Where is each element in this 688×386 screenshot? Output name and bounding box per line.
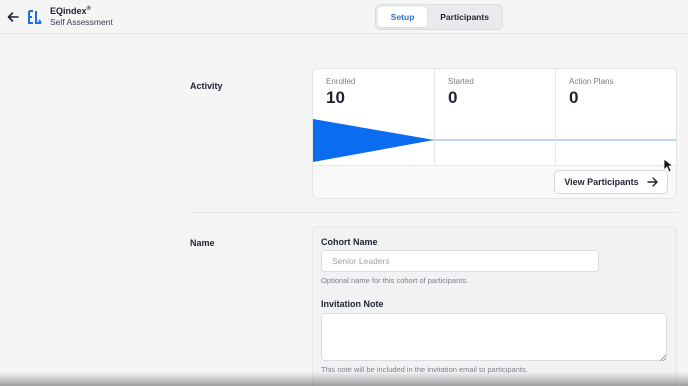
stat-label: Started [448, 77, 474, 86]
mouse-cursor-icon [663, 158, 674, 173]
section-divider [190, 212, 678, 213]
cohort-name-label: Cohort Name [321, 237, 378, 247]
view-participants-button[interactable]: View Participants [554, 170, 668, 194]
invitation-note-label: Invitation Note [321, 299, 384, 309]
view-tabs: Setup Participants [375, 4, 503, 30]
app-subtitle: Self Assessment [50, 17, 113, 27]
cohort-name-hint: Optional name for this cohort of partici… [321, 276, 469, 285]
name-card: Cohort Name Optional name for this cohor… [312, 226, 677, 386]
activity-section-label: Activity [190, 81, 223, 91]
stat-value: 0 [448, 88, 458, 107]
top-bar: EQindex® Self Assessment Setup Participa… [0, 0, 688, 34]
tab-setup[interactable]: Setup [378, 7, 428, 27]
bottom-shadow [0, 372, 688, 386]
stat-enrolled: Enrolled 10 [313, 69, 434, 165]
stat-value: 0 [569, 88, 579, 107]
stat-action-plans: Action Plans 0 [555, 69, 676, 165]
stat-started: Started 0 [434, 69, 555, 165]
view-participants-label: View Participants [564, 177, 639, 187]
resize-handle-icon[interactable] [660, 355, 666, 361]
name-section-label: Name [190, 238, 215, 248]
arrow-left-icon[interactable] [6, 10, 20, 24]
arrow-right-icon [646, 177, 658, 187]
registered-mark: ® [86, 6, 91, 12]
app-title: EQindex® [50, 6, 91, 16]
activity-card-footer: View Participants [313, 165, 676, 198]
cohort-name-input[interactable] [321, 250, 599, 272]
eq-logo-icon [28, 10, 42, 24]
tab-participants[interactable]: Participants [429, 7, 500, 27]
stat-label: Action Plans [569, 77, 614, 86]
activity-card: Enrolled 10 Started 0 Action Plans 0 Vie… [312, 68, 677, 199]
invitation-note-textarea[interactable] [321, 313, 667, 361]
stat-label: Enrolled [326, 77, 356, 86]
stat-value: 10 [326, 88, 345, 107]
